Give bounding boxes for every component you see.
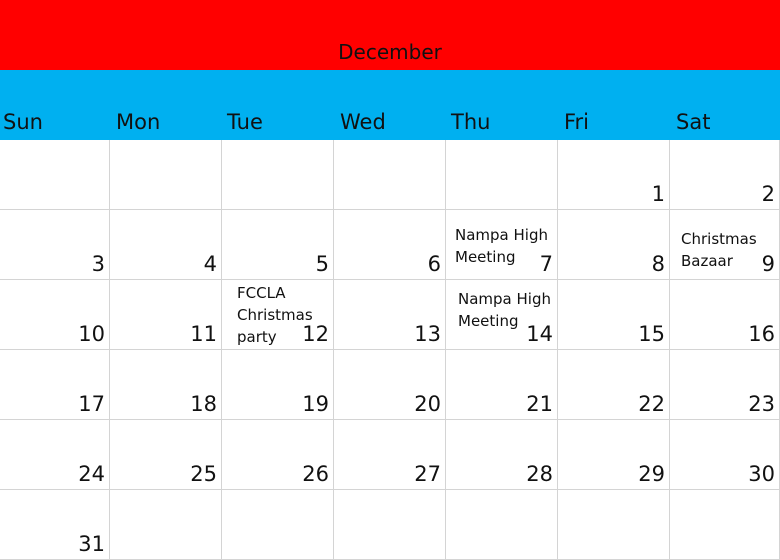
- day-number: 24: [78, 462, 105, 486]
- day-cell-20[interactable]: 20: [334, 350, 446, 420]
- day-number: 8: [651, 252, 665, 276]
- calendar-grid: 1 2 3 4 5 6 7 Nampa High Meeting 8 9 Christmas Baz…: [0, 140, 780, 560]
- empty-cell[interactable]: [446, 140, 558, 210]
- day-cell-21[interactable]: 21: [446, 350, 558, 420]
- day-number: 31: [78, 532, 105, 556]
- day-number: 27: [414, 462, 441, 486]
- empty-cell[interactable]: [334, 490, 446, 560]
- empty-cell[interactable]: [222, 140, 334, 210]
- day-cell-19[interactable]: 19: [222, 350, 334, 420]
- weekday-mon: Mon: [116, 110, 161, 134]
- day-cell-31[interactable]: 31: [0, 490, 110, 560]
- day-cell-26[interactable]: 26: [222, 420, 334, 490]
- day-number: 16: [748, 322, 775, 346]
- day-cell-17[interactable]: 17: [0, 350, 110, 420]
- empty-cell[interactable]: [222, 490, 334, 560]
- day-number: 6: [427, 252, 441, 276]
- empty-cell[interactable]: [558, 490, 670, 560]
- empty-cell[interactable]: [110, 490, 222, 560]
- day-cell-5[interactable]: 5: [222, 210, 334, 280]
- day-cell-10[interactable]: 10: [0, 280, 110, 350]
- day-cell-6[interactable]: 6: [334, 210, 446, 280]
- day-number: 25: [190, 462, 217, 486]
- day-number: 13: [414, 322, 441, 346]
- weekday-tue: Tue: [227, 110, 263, 134]
- empty-cell[interactable]: [334, 140, 446, 210]
- day-number: 23: [748, 392, 775, 416]
- day-number: 17: [78, 392, 105, 416]
- day-cell-9[interactable]: 9 Christmas Bazaar: [670, 210, 780, 280]
- day-number: 28: [526, 462, 553, 486]
- day-cell-25[interactable]: 25: [110, 420, 222, 490]
- event-label: Nampa High Meeting: [458, 290, 551, 330]
- day-number: 11: [190, 322, 217, 346]
- weekday-wed: Wed: [340, 110, 386, 134]
- day-number: 15: [638, 322, 665, 346]
- day-cell-16[interactable]: 16: [670, 280, 780, 350]
- day-number: 18: [190, 392, 217, 416]
- day-number: 10: [78, 322, 105, 346]
- empty-cell[interactable]: [110, 140, 222, 210]
- day-cell-29[interactable]: 29: [558, 420, 670, 490]
- month-title: December: [338, 40, 442, 64]
- day-cell-14[interactable]: 14 Nampa High Meeting: [446, 280, 558, 350]
- day-cell-1[interactable]: 1: [558, 140, 670, 210]
- day-cell-22[interactable]: 22: [558, 350, 670, 420]
- day-number: 2: [761, 182, 775, 206]
- day-number: 4: [203, 252, 217, 276]
- month-header: December: [0, 0, 780, 70]
- day-cell-27[interactable]: 27: [334, 420, 446, 490]
- day-number: 26: [302, 462, 329, 486]
- event-label: FCCLA Christmas party: [237, 284, 313, 346]
- day-number: 1: [651, 182, 665, 206]
- day-cell-28[interactable]: 28: [446, 420, 558, 490]
- day-cell-30[interactable]: 30: [670, 420, 780, 490]
- day-number: 30: [748, 462, 775, 486]
- weekday-fri: Fri: [564, 110, 590, 134]
- day-cell-3[interactable]: 3: [0, 210, 110, 280]
- day-cell-24[interactable]: 24: [0, 420, 110, 490]
- empty-cell[interactable]: [670, 490, 780, 560]
- day-cell-8[interactable]: 8: [558, 210, 670, 280]
- day-cell-2[interactable]: 2: [670, 140, 780, 210]
- empty-cell[interactable]: [446, 490, 558, 560]
- day-number: 19: [302, 392, 329, 416]
- day-number: 22: [638, 392, 665, 416]
- day-number: 3: [91, 252, 105, 276]
- day-cell-7[interactable]: 7 Nampa High Meeting: [446, 210, 558, 280]
- day-number: 21: [526, 392, 553, 416]
- day-cell-13[interactable]: 13: [334, 280, 446, 350]
- day-number: 20: [414, 392, 441, 416]
- weekday-sat: Sat: [676, 110, 711, 134]
- weekday-thu: Thu: [451, 110, 491, 134]
- day-cell-23[interactable]: 23: [670, 350, 780, 420]
- event-label: Christmas Bazaar: [681, 230, 757, 270]
- day-cell-15[interactable]: 15: [558, 280, 670, 350]
- day-cell-12[interactable]: 12 FCCLA Christmas party: [222, 280, 334, 350]
- weekday-sun: Sun: [3, 110, 43, 134]
- day-number: 29: [638, 462, 665, 486]
- day-number: 5: [315, 252, 329, 276]
- day-cell-11[interactable]: 11: [110, 280, 222, 350]
- empty-cell[interactable]: [0, 140, 110, 210]
- day-cell-18[interactable]: 18: [110, 350, 222, 420]
- day-cell-4[interactable]: 4: [110, 210, 222, 280]
- event-label: Nampa High Meeting: [455, 226, 548, 266]
